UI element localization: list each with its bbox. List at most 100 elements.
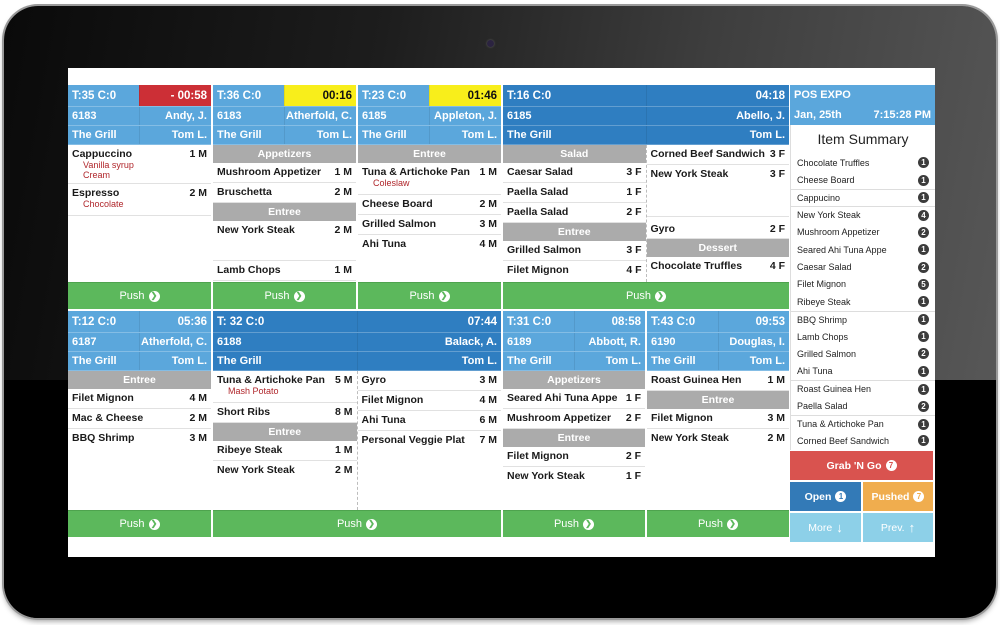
summary-item[interactable]: Seared Ahi Tuna Appe 1 [791, 241, 935, 258]
pushed-label: Pushed [871, 490, 910, 503]
check-number: 6187 [72, 336, 97, 348]
order-item[interactable]: Tuna & Artichoke Pan 5 M Mash Potato [213, 371, 357, 403]
item-name: Ribeye Steak [217, 444, 283, 456]
order-item[interactable]: Mac & Cheese 2 M [68, 409, 211, 429]
order-item[interactable]: New York Steak 2 M [213, 461, 357, 481]
order-item[interactable]: New York Steak 3 F [646, 165, 789, 217]
more-label: More [808, 521, 833, 534]
item-qty: 4 F [626, 264, 642, 276]
summary-item[interactable]: Corned Beef Sandwich 1 [791, 432, 935, 449]
summary-item[interactable]: Roast Guinea Hen 1 [791, 380, 935, 397]
order-item[interactable]: Filet Mignon 4 F [503, 261, 646, 281]
chevron-right-icon: ❯ [148, 518, 160, 530]
summary-item[interactable]: Grilled Salmon 2 [791, 345, 935, 362]
order-item[interactable]: Grilled Salmon 3 F [503, 241, 646, 261]
order-item[interactable]: Paella Salad 1 F [503, 183, 646, 203]
order-item[interactable]: BBQ Shrimp 3 M [68, 429, 211, 449]
push-label: Push [697, 518, 724, 530]
push-button[interactable]: Push ❯ [213, 282, 356, 309]
order-item[interactable]: Ahi Tuna 6 M [357, 411, 501, 431]
order-item[interactable]: Ahi Tuna 4 M [358, 235, 501, 255]
chevron-right-icon: ❯ [366, 518, 378, 530]
order-item[interactable]: Filet Mignon 2 F [503, 447, 645, 467]
ticket-header: T:36 C:0 00:16 6183 Atherfold, C. The Gril… [213, 85, 356, 145]
summary-item[interactable]: Lamb Chops 1 [791, 328, 935, 345]
order-item[interactable]: Gyro 3 M [357, 371, 501, 391]
app-title: POS EXPO [794, 89, 851, 101]
ticket-card: T: 32 C:0 07:44 6188 Balack, A. The Grill T… [213, 311, 501, 537]
order-item[interactable]: Mushroom Appetizer 1 M [213, 163, 356, 183]
push-button[interactable]: Push ❯ [68, 510, 211, 537]
order-item[interactable]: Caesar Salad 3 F [503, 163, 646, 183]
count-badge: 2 [918, 226, 929, 238]
order-item[interactable]: Ribeye Steak 1 M [213, 441, 357, 461]
more-button[interactable]: More ↓ [790, 513, 861, 542]
order-item[interactable]: Filet Mignon 3 M [647, 409, 789, 429]
count-badge: 1 [918, 244, 929, 256]
push-button[interactable]: Push ❯ [503, 282, 789, 309]
order-item[interactable]: Chocolate Truffles 4 F [647, 257, 790, 277]
order-item[interactable]: Espresso 2 M Chocolate [68, 184, 211, 216]
summary-item-name: Ribeye Steak [797, 296, 851, 307]
check-number: 6190 [651, 336, 676, 348]
summary-item[interactable]: Caesar Salad 2 [791, 258, 935, 275]
push-button[interactable]: Push ❯ [213, 510, 501, 537]
summary-item[interactable]: Cheese Board 1 [791, 171, 935, 188]
item-name: New York Steak [217, 464, 295, 476]
grab-n-go-button[interactable]: Grab 'N Go 7 [790, 451, 933, 480]
item-qty: 2 M [767, 432, 785, 444]
prev-button[interactable]: Prev. ↑ [863, 513, 933, 542]
summary-item[interactable]: BBQ Shrimp 1 [791, 310, 935, 328]
order-item[interactable]: Filet Mignon 4 M [357, 391, 501, 411]
order-item[interactable]: New York Steak 1 F [503, 467, 645, 487]
order-item[interactable]: Gyro 2 F [646, 217, 789, 239]
order-item[interactable]: Grilled Salmon 3 M [358, 215, 501, 235]
push-button[interactable]: Push ❯ [68, 282, 211, 309]
order-item[interactable]: Paella Salad 2 F [503, 203, 646, 223]
order-item[interactable]: Mushroom Appetizer 2 F [503, 409, 645, 429]
summary-item[interactable]: Filet Mignon 5 [791, 276, 935, 293]
order-item[interactable]: Seared Ahi Tuna Appe 1 F [503, 389, 645, 409]
push-label: Push [409, 290, 435, 302]
order-item[interactable]: Cheese Board 2 M [358, 195, 501, 215]
item-qty: 4 F [769, 260, 785, 272]
item-qty: 3 M [479, 374, 497, 386]
summary-item[interactable]: Chocolate Truffles 1 [791, 154, 935, 171]
summary-item[interactable]: Ahi Tuna 1 [791, 363, 935, 380]
summary-item[interactable]: New York Steak 4 [791, 206, 935, 223]
order-item[interactable]: Short Ribs 8 M [213, 403, 357, 423]
order-item[interactable]: Tuna & Artichoke Pan 1 M Coleslaw [358, 163, 501, 195]
summary-item[interactable]: Tuna & Artichoke Pan 1 [791, 414, 935, 432]
summary-item[interactable]: Cappucino 1 [791, 188, 935, 206]
item-qty: 3 M [479, 218, 497, 230]
item-name: Filet Mignon [72, 392, 134, 404]
order-item[interactable]: New York Steak 2 M [647, 429, 789, 449]
server-name: Appleton, J. [429, 107, 501, 125]
push-button[interactable]: Push ❯ [358, 282, 501, 309]
order-item[interactable]: New York Steak 2 M [213, 221, 356, 261]
summary-item-name: Roast Guinea Hen [797, 384, 872, 395]
summary-item[interactable]: Mushroom Appetizer 2 [791, 224, 935, 241]
push-button[interactable]: Push ❯ [503, 510, 645, 537]
pushed-button[interactable]: Pushed 7 [863, 482, 933, 511]
item-name: Gyro [650, 223, 676, 235]
order-item[interactable]: Bruschetta 2 M [213, 183, 356, 203]
summary-item-name: New York Steak [797, 210, 861, 221]
order-item[interactable]: Filet Mignon 4 M [68, 389, 211, 409]
push-button[interactable]: Push ❯ [647, 510, 789, 537]
table-label: T:31 C:0 [507, 315, 552, 328]
open-button[interactable]: Open 1 [790, 482, 861, 511]
order-item[interactable]: Personal Veggie Plat 7 M [358, 431, 502, 451]
summary-item[interactable]: Paella Salad 2 [791, 397, 935, 414]
order-item[interactable]: Roast Guinea Hen 1 M [647, 371, 789, 391]
course-header: Entree [213, 203, 356, 221]
order-item[interactable]: Lamb Chops 1 M [213, 261, 356, 281]
order-item[interactable]: Cappuccino 1 M Vanilla syrup Cream [68, 145, 211, 184]
summary-item-name: Lamb Chops [797, 331, 849, 342]
count-badge: 5 [918, 278, 929, 290]
count-badge: 1 [918, 174, 929, 186]
item-name: New York Steak [507, 470, 585, 482]
summary-item[interactable]: Ribeye Steak 1 [791, 293, 935, 310]
ticket-card: T:35 C:0 - 00:58 6183 Andy, J. The Grill To… [68, 85, 211, 309]
order-item[interactable]: Corned Beef Sandwich 3 F [646, 145, 789, 165]
